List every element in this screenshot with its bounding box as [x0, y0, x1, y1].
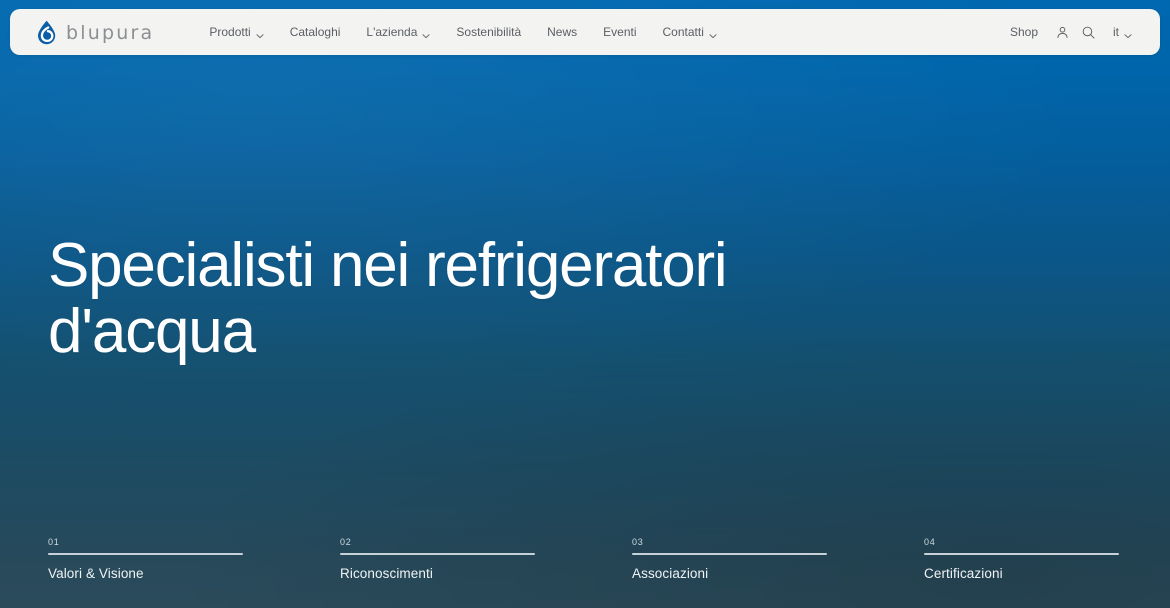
nav-item-label: Eventi	[603, 25, 637, 39]
nav-item-eventi[interactable]: Eventi	[590, 25, 649, 39]
nav-item-contatti[interactable]: Contatti	[650, 25, 730, 39]
index-item-riconoscimenti[interactable]: 02 Riconoscimenti	[340, 536, 632, 581]
index-item-valori-visione[interactable]: 01 Valori & Visione	[48, 536, 340, 581]
index-item-rule	[632, 552, 827, 555]
nav-item-label: Prodotti	[209, 25, 251, 39]
index-item-number: 02	[340, 536, 352, 547]
navbar-utilities: Shop it	[999, 19, 1138, 45]
nav-item-news[interactable]: News	[534, 25, 590, 39]
user-icon[interactable]	[1049, 19, 1075, 45]
language-selector[interactable]: it	[1101, 25, 1138, 39]
index-item-label: Certificazioni	[924, 565, 1003, 581]
main-navbar: blupura Prodotti Cataloghi L'azienda Sos…	[10, 9, 1160, 55]
chevron-down-icon	[709, 29, 717, 39]
index-item-number: 03	[632, 536, 644, 547]
index-item-rule	[340, 552, 535, 555]
chevron-down-icon	[422, 29, 430, 39]
search-icon[interactable]	[1075, 19, 1101, 45]
index-item-label: Valori & Visione	[48, 565, 144, 581]
chevron-down-icon	[256, 29, 264, 39]
page-root: blupura Prodotti Cataloghi L'azienda Sos…	[0, 0, 1170, 608]
nav-item-label: Sostenibilità	[456, 25, 522, 39]
nav-item-label: L'azienda	[366, 25, 418, 39]
nav-item-label: Contatti	[662, 25, 704, 39]
nav-item-label: Cataloghi	[289, 25, 341, 39]
chevron-down-icon	[1124, 29, 1132, 39]
nav-item-cataloghi[interactable]: Cataloghi	[277, 25, 354, 39]
brand-wordmark: blupura	[66, 21, 155, 44]
shop-link[interactable]: Shop	[999, 25, 1049, 39]
water-droplet-icon	[36, 20, 57, 45]
page-title: Specialisti nei refrigeratori d'acqua	[48, 231, 728, 366]
primary-nav: Prodotti Cataloghi L'azienda Sostenibili…	[196, 25, 730, 39]
nav-item-sostenibilita[interactable]: Sostenibilità	[443, 25, 534, 39]
hero-content: Specialisti nei refrigeratori d'acqua	[48, 231, 768, 366]
brand-logo-link[interactable]: blupura	[36, 20, 154, 45]
index-item-label: Riconoscimenti	[340, 565, 433, 581]
nav-item-lazienda[interactable]: L'azienda	[353, 25, 443, 39]
index-item-certificazioni[interactable]: 04 Certificazioni	[924, 536, 1170, 581]
index-item-rule	[48, 552, 243, 555]
index-item-rule	[924, 552, 1119, 555]
nav-item-prodotti[interactable]: Prodotti	[196, 25, 276, 39]
index-item-number: 04	[924, 536, 936, 547]
index-item-number: 01	[48, 536, 60, 547]
language-code: it	[1113, 25, 1119, 39]
index-item-associazioni[interactable]: 03 Associazioni	[632, 536, 924, 581]
section-index-strip: 01 Valori & Visione 02 Riconoscimenti 03…	[48, 536, 1160, 581]
nav-item-label: News	[547, 25, 578, 39]
index-item-label: Associazioni	[632, 565, 709, 581]
